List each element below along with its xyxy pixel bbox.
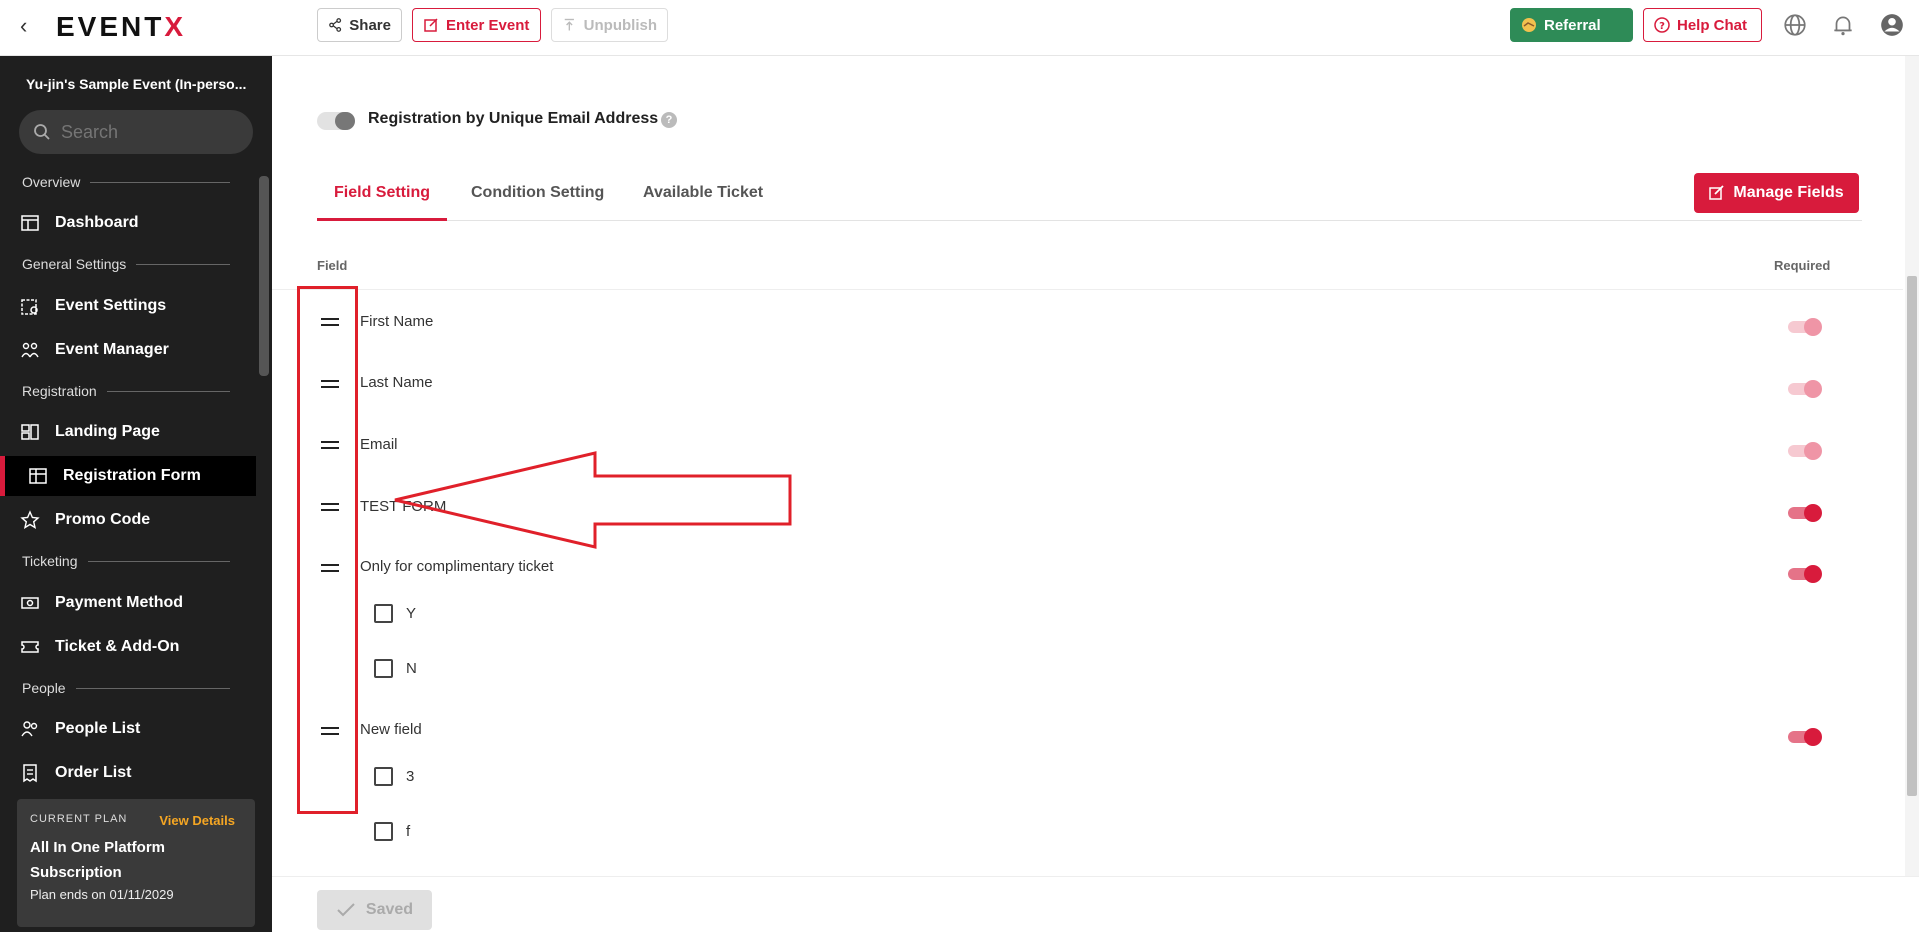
section-people: People (22, 680, 230, 696)
search-input[interactable] (61, 121, 231, 143)
sidebar-item-people-list[interactable]: People List (0, 709, 256, 749)
eventx-logo[interactable]: EVENTX (56, 11, 186, 43)
sidebar-item-event-manager[interactable]: Event Manager (0, 330, 256, 370)
option-checkbox-y[interactable] (374, 604, 393, 623)
external-link-icon (424, 18, 438, 32)
receipt-icon (23, 764, 37, 783)
enter-event-button[interactable]: Enter Event (412, 8, 541, 42)
annotation-highlight-box (297, 286, 358, 814)
unpublish-button[interactable]: Unpublish (551, 8, 668, 42)
field-first-name: First Name (360, 313, 434, 330)
sidebar-item-order-list[interactable]: Order List (0, 753, 256, 793)
event-title: Yu-jin's Sample Event (In-perso... (26, 76, 247, 92)
dashboard-icon (21, 215, 39, 231)
plan-end-date: Plan ends on 01/11/2029 (30, 887, 174, 902)
saved-button[interactable]: Saved (317, 890, 432, 930)
user-avatar-icon[interactable] (1879, 12, 1905, 38)
table-icon (29, 468, 47, 484)
sidebar-item-event-settings[interactable]: Event Settings (0, 286, 256, 326)
section-general-settings: General Settings (22, 256, 230, 272)
plan-name: All In One Platform Subscription (30, 839, 166, 881)
calendar-gear-icon (21, 299, 38, 315)
globe-icon[interactable] (1782, 12, 1808, 38)
option-label-f: f (406, 823, 411, 840)
section-overview: Overview (22, 174, 230, 190)
view-details-link[interactable]: View Details (159, 813, 235, 828)
help-chat-label: Help Chat (1677, 16, 1748, 34)
referral-label: Referral (1544, 16, 1601, 34)
section-registration: Registration (22, 383, 230, 399)
column-header-required: Required (1774, 258, 1831, 273)
main-scrollbar[interactable] (1905, 56, 1919, 876)
sidebar-scrollbar[interactable] (259, 176, 269, 376)
search-box[interactable] (19, 110, 253, 154)
sidebar-item-dashboard[interactable]: Dashboard (0, 203, 256, 243)
footer-bar: Saved (272, 876, 1919, 932)
required-toggle-first-name (1788, 318, 1822, 336)
toggle-knob (335, 112, 355, 130)
share-icon (329, 18, 342, 32)
search-icon (34, 124, 50, 140)
required-toggle-last-name (1788, 380, 1822, 398)
help-chat-button[interactable]: ? Help Chat (1643, 8, 1762, 42)
section-ticketing: Ticketing (22, 553, 230, 569)
check-icon (337, 903, 355, 917)
layout-icon (21, 424, 39, 440)
unpublish-label: Unpublish (583, 16, 657, 34)
annotation-arrow-icon (394, 451, 792, 549)
field-new-field: New field (360, 721, 422, 738)
tabs-bar: Field Setting Condition Setting Availabl… (317, 176, 1862, 221)
upload-icon (564, 18, 574, 31)
current-plan-card: CURRENT PLAN View Details All In One Pla… (17, 799, 255, 927)
top-bar: ‹ EVENTX Share Enter Event Unpublish Ref… (0, 0, 1919, 56)
column-header-field: Field (317, 258, 348, 273)
referral-button[interactable]: Referral (1510, 8, 1633, 42)
unique-email-toggle[interactable] (317, 112, 355, 130)
option-label-n: N (406, 660, 417, 677)
help-icon[interactable]: ? (661, 112, 677, 128)
back-arrow-icon[interactable]: ‹ (20, 14, 40, 38)
required-toggle-test-form[interactable] (1788, 504, 1822, 522)
sidebar: Yu-jin's Sample Event (In-perso... Overv… (0, 56, 272, 932)
unique-email-label: Registration by Unique Email Address (368, 110, 659, 127)
edit-icon (1709, 185, 1725, 200)
sidebar-item-landing-page[interactable]: Landing Page (0, 412, 256, 452)
tab-field-setting[interactable]: Field Setting (317, 176, 447, 221)
required-toggle-email (1788, 442, 1822, 460)
option-label-y: Y (406, 605, 417, 622)
ticket-icon (21, 641, 39, 653)
sidebar-item-promo-code[interactable]: Promo Code (0, 500, 256, 540)
people-group-icon (21, 342, 39, 358)
sidebar-item-payment-method[interactable]: Payment Method (0, 583, 256, 623)
tab-condition-setting[interactable]: Condition Setting (454, 176, 621, 221)
bell-icon[interactable] (1830, 12, 1856, 38)
field-last-name: Last Name (360, 374, 433, 391)
sidebar-item-registration-form[interactable]: Registration Form (0, 456, 256, 496)
required-toggle-new-field[interactable] (1788, 728, 1822, 746)
handshake-icon (1522, 18, 1536, 32)
manage-fields-button[interactable]: Manage Fields (1694, 173, 1859, 213)
enter-event-label: Enter Event (446, 16, 530, 34)
option-label-3: 3 (406, 768, 415, 785)
option-checkbox-f[interactable] (374, 822, 393, 841)
required-toggle-complimentary[interactable] (1788, 565, 1822, 583)
tab-available-ticket[interactable]: Available Ticket (626, 176, 780, 221)
scrollbar-thumb[interactable] (1907, 276, 1917, 796)
sidebar-item-ticket-addon[interactable]: Ticket & Add-On (0, 627, 256, 667)
svg-text:?: ? (1659, 21, 1665, 32)
share-label: Share (349, 16, 391, 34)
money-icon (21, 597, 39, 609)
star-icon (20, 510, 40, 529)
option-checkbox-n[interactable] (374, 659, 393, 678)
field-complimentary: Only for complimentary ticket (360, 558, 554, 575)
option-checkbox-3[interactable] (374, 767, 393, 786)
header-divider (272, 289, 1903, 290)
share-button[interactable]: Share (317, 8, 402, 42)
people-icon (21, 721, 38, 737)
help-circle-icon: ? (1654, 17, 1670, 33)
